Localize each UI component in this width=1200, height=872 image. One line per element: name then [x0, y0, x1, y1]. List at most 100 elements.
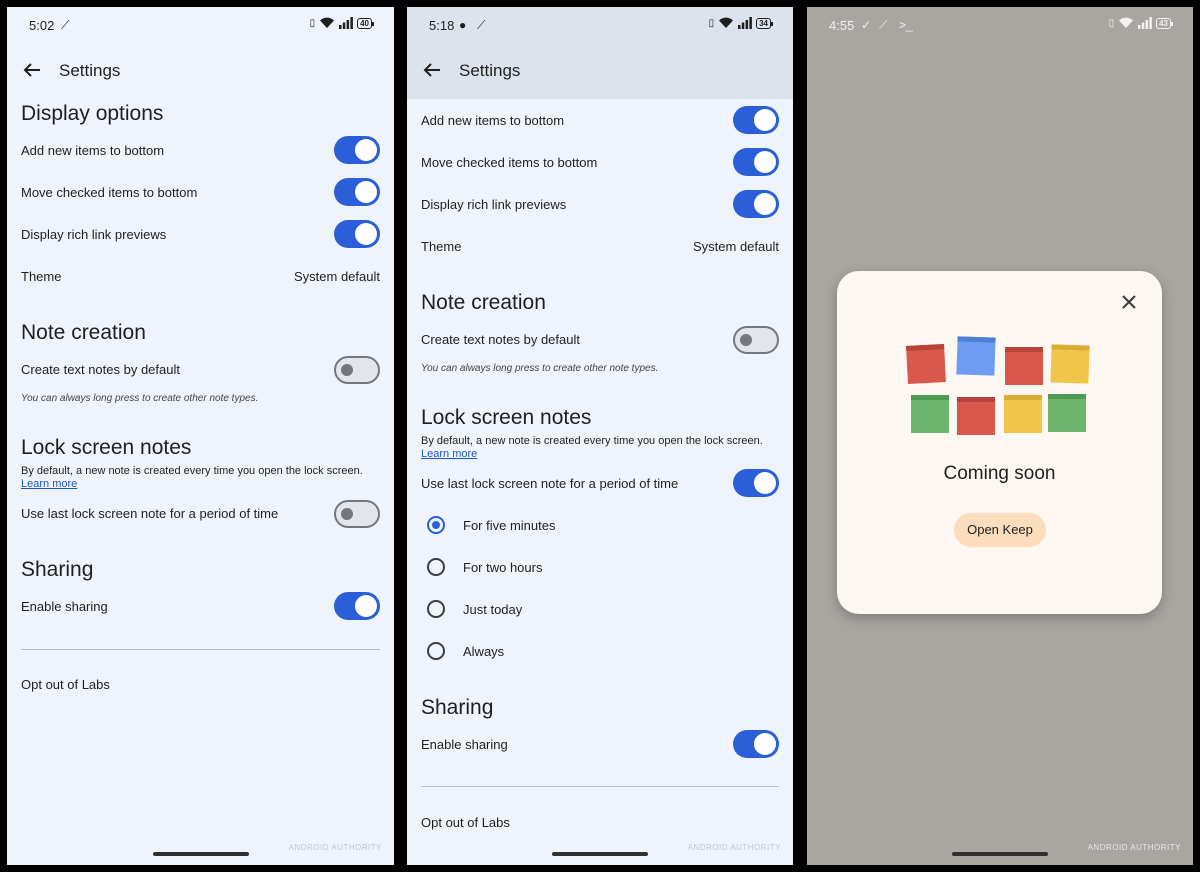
move-checked-label: Move checked items to bottom	[421, 155, 598, 170]
app-bar: Settings	[407, 43, 793, 99]
section-note-creation: Note creation	[21, 321, 146, 344]
learn-more-link[interactable]: Learn more	[21, 478, 77, 490]
move-checked-toggle[interactable]	[334, 178, 380, 206]
status-icons: ▯ 40	[309, 17, 374, 29]
use-last-lock-toggle[interactable]	[334, 500, 380, 528]
section-display-options: Display options	[21, 102, 164, 125]
battery-icon: 43	[1156, 17, 1173, 29]
move-checked-label: Move checked items to bottom	[21, 185, 198, 200]
theme-value[interactable]: System default	[693, 239, 779, 254]
close-icon[interactable]	[1118, 291, 1140, 313]
divider	[21, 649, 380, 650]
navigation-handle[interactable]	[152, 852, 249, 856]
notification-icon: ⟋	[879, 18, 888, 32]
rich-links-label: Display rich link previews	[21, 227, 167, 242]
watermark: ANDROID AUTHORITY	[687, 843, 781, 852]
phone-screen-3: 4:55 ✓ ⟋ >_ ▯ 43 Coming soon Open Keep A…	[807, 7, 1193, 865]
battery-icon: 40	[357, 17, 374, 29]
sticky-notes-illustration	[906, 336, 1090, 435]
radio-two-hours-label[interactable]: For two hours	[463, 560, 542, 575]
radio-five-minutes[interactable]	[427, 516, 445, 534]
wifi-icon	[719, 17, 734, 28]
vibrate-icon: ▯	[708, 17, 715, 29]
status-bar: 4:55 ✓ ⟋ >_ ▯ 43	[807, 7, 1193, 43]
notification-icon: ⟋	[477, 18, 486, 32]
create-text-notes-toggle[interactable]	[334, 356, 380, 384]
signal-icon	[738, 17, 752, 29]
app-bar: Settings	[7, 43, 394, 99]
navigation-handle[interactable]	[952, 852, 1048, 856]
section-note-creation: Note creation	[421, 291, 546, 314]
back-arrow-icon[interactable]	[21, 59, 43, 81]
dialog-title: Coming soon	[943, 463, 1056, 484]
status-bar: 5:18 ● ⟋ ▯ 34	[407, 7, 793, 43]
enable-sharing-label: Enable sharing	[21, 599, 108, 614]
status-bar: 5:02 ⟋ ▯ 40	[7, 7, 394, 43]
radio-five-minutes-label[interactable]: For five minutes	[463, 518, 555, 533]
vibrate-icon: ▯	[309, 17, 316, 29]
theme-label[interactable]: Theme	[421, 239, 461, 254]
check-icon: ✓	[861, 18, 872, 32]
enable-sharing-toggle[interactable]	[334, 592, 380, 620]
learn-more-link[interactable]: Learn more	[421, 448, 477, 460]
use-last-lock-label: Use last lock screen note for a period o…	[21, 506, 279, 521]
use-last-lock-toggle[interactable]	[733, 469, 779, 497]
notification-icon: ⟋	[61, 18, 70, 32]
page-title: Settings	[59, 61, 121, 80]
status-icons: ▯ 43	[1108, 17, 1173, 29]
enable-sharing-toggle[interactable]	[733, 730, 779, 758]
lock-screen-description: By default, a new note is created every …	[421, 435, 763, 447]
theme-label[interactable]: Theme	[21, 269, 61, 284]
radio-just-today[interactable]	[427, 600, 445, 618]
radio-two-hours[interactable]	[427, 558, 445, 576]
create-text-notes-label: Create text notes by default	[421, 332, 580, 347]
page-title: Settings	[459, 61, 521, 80]
add-new-items-toggle[interactable]	[334, 136, 380, 164]
rich-links-toggle[interactable]	[334, 220, 380, 248]
rich-links-toggle[interactable]	[733, 190, 779, 218]
create-text-notes-toggle[interactable]	[733, 326, 779, 354]
enable-sharing-label: Enable sharing	[421, 737, 508, 752]
section-lock-screen-notes: Lock screen notes	[21, 436, 192, 459]
wifi-icon	[1119, 17, 1134, 28]
divider	[421, 786, 779, 787]
create-text-notes-label: Create text notes by default	[21, 362, 180, 377]
signal-icon	[1138, 17, 1152, 29]
status-icons: ▯ 34	[708, 17, 773, 29]
signal-icon	[339, 17, 353, 29]
move-checked-toggle[interactable]	[733, 148, 779, 176]
open-keep-button[interactable]: Open Keep	[954, 513, 1046, 547]
back-arrow-icon[interactable]	[421, 59, 443, 81]
lock-screen-description: By default, a new note is created every …	[21, 465, 363, 477]
theme-value[interactable]: System default	[294, 269, 380, 284]
section-sharing: Sharing	[21, 558, 94, 581]
radio-always[interactable]	[427, 642, 445, 660]
terminal-icon: >_	[899, 18, 913, 32]
note-creation-hint: You can always long press to create othe…	[21, 393, 259, 404]
battery-icon: 34	[756, 17, 773, 29]
section-sharing: Sharing	[421, 696, 494, 719]
note-creation-hint: You can always long press to create othe…	[421, 363, 659, 374]
add-new-items-label: Add new items to bottom	[21, 143, 165, 158]
wifi-icon	[320, 17, 335, 28]
watermark: ANDROID AUTHORITY	[288, 843, 382, 852]
opt-out-labs[interactable]: Opt out of Labs	[421, 815, 510, 830]
status-time: 5:18	[429, 18, 455, 33]
navigation-handle[interactable]	[552, 852, 648, 856]
android-icon: ●	[459, 18, 467, 32]
use-last-lock-label: Use last lock screen note for a period o…	[421, 476, 679, 491]
radio-always-label[interactable]: Always	[463, 644, 504, 659]
status-time: 5:02	[29, 18, 55, 33]
watermark: ANDROID AUTHORITY	[1087, 843, 1181, 852]
coming-soon-dialog: Coming soon Open Keep	[837, 271, 1162, 614]
rich-links-label: Display rich link previews	[421, 197, 567, 212]
status-time: 4:55	[829, 18, 855, 33]
add-new-items-toggle[interactable]	[733, 106, 779, 134]
add-new-items-label: Add new items to bottom	[421, 113, 565, 128]
radio-just-today-label[interactable]: Just today	[463, 602, 522, 617]
phone-screen-2: 5:18 ● ⟋ ▯ 34 Settings Add new items to …	[407, 7, 793, 865]
section-lock-screen-notes: Lock screen notes	[421, 406, 592, 429]
vibrate-icon: ▯	[1108, 17, 1115, 29]
phone-screen-1: 5:02 ⟋ ▯ 40 Settings Display options Add…	[7, 7, 394, 865]
opt-out-labs[interactable]: Opt out of Labs	[21, 677, 110, 692]
